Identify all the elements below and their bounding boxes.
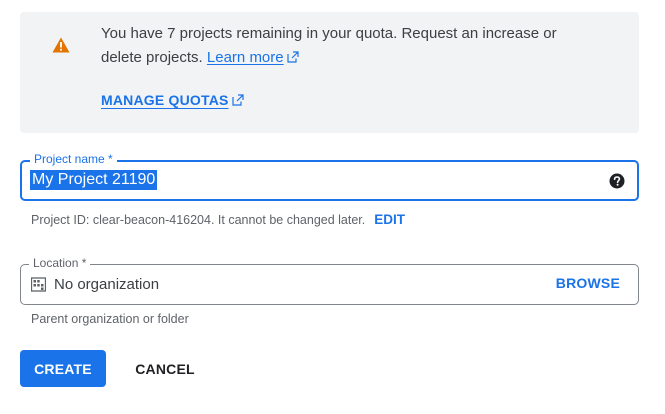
cancel-button[interactable]: CANCEL — [120, 350, 210, 387]
external-link-icon — [287, 51, 299, 63]
project-id-text: Project ID: clear-beacon-416204. It cann… — [31, 213, 366, 227]
warning-icon — [52, 37, 70, 53]
help-circle-icon[interactable] — [609, 173, 625, 189]
quota-message: You have 7 projects remaining in your qu… — [101, 22, 601, 70]
project-id-hint: Project ID: clear-beacon-416204. It cann… — [31, 212, 405, 227]
location-field[interactable]: Location * No organization BROWSE — [20, 255, 639, 305]
quota-notice: You have 7 projects remaining in your qu… — [20, 12, 639, 133]
external-link-icon — [231, 94, 244, 106]
learn-more-link[interactable]: Learn more — [207, 49, 299, 66]
project-name-label: Project name * — [30, 151, 117, 167]
project-name-input-value[interactable]: My Project 21190 — [30, 170, 158, 190]
manage-quotas-link[interactable]: MANAGE QUOTAS — [101, 92, 244, 108]
location-label: Location * — [29, 255, 91, 271]
create-button[interactable]: CREATE — [20, 350, 106, 387]
location-value: No organization — [54, 276, 160, 293]
project-name-field[interactable]: Project name * My Project 21190 — [20, 151, 639, 201]
browse-button[interactable]: BROWSE — [556, 275, 620, 291]
organization-icon — [31, 277, 46, 292]
quota-message-text: You have 7 projects remaining in your qu… — [101, 25, 557, 66]
edit-project-id-button[interactable]: EDIT — [374, 212, 405, 227]
location-hint: Parent organization or folder — [31, 312, 189, 326]
